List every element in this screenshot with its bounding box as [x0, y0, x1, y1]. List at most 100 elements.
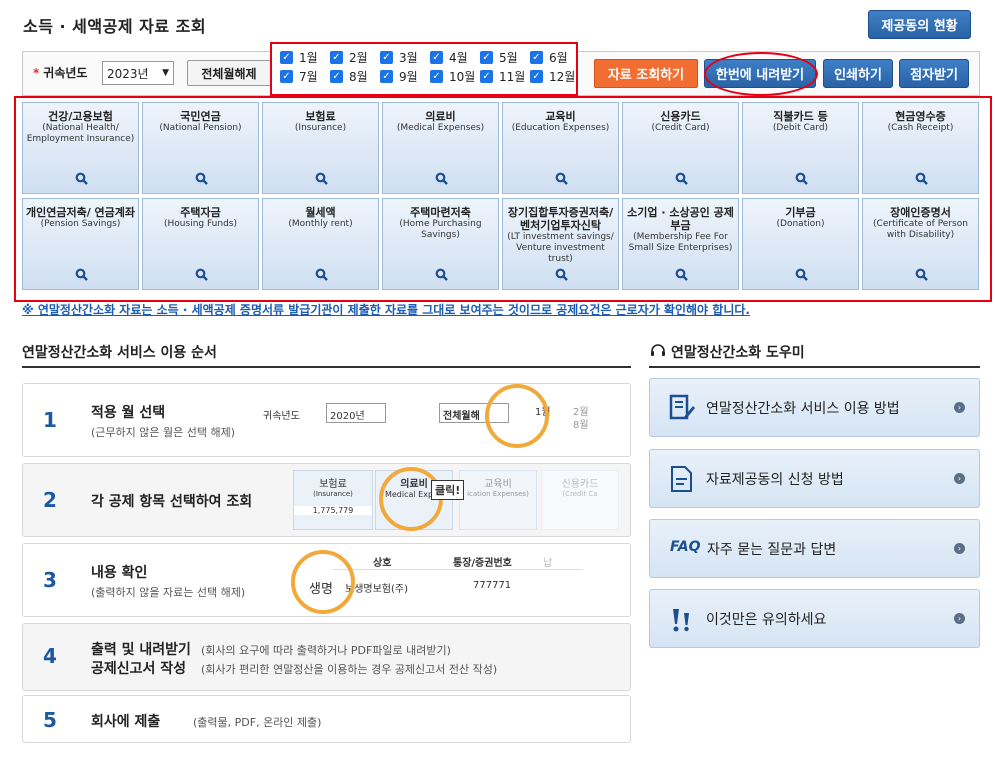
divider: [22, 366, 631, 368]
check-icon: ✓: [380, 51, 393, 64]
step-5: 5 회사에 제출 (출력물, PDF, 온라인 제출): [22, 695, 631, 743]
step-subtitle: (출력하지 않을 자료는 선택 해제): [91, 586, 246, 599]
category-card[interactable]: 월세액 (Monthly rent): [262, 198, 379, 290]
click-callout: 클릭!: [431, 480, 465, 500]
deselect-all-months-button[interactable]: 전체월해제: [187, 60, 271, 86]
check-icon: ✓: [330, 70, 343, 83]
month-checkbox-1[interactable]: ✓ 1월: [280, 49, 318, 66]
category-card[interactable]: 소기업 · 소상공인 공제부금 (Membership Fee For Small…: [622, 198, 739, 290]
category-label: 건강/고용보험: [48, 110, 113, 123]
helper-caution[interactable]: 이것만은 유의하세요 ›: [649, 589, 980, 648]
check-icon: ✓: [330, 51, 343, 64]
search-icon: [435, 170, 448, 185]
category-card[interactable]: 교육비 (Education Expenses): [502, 102, 619, 194]
category-card[interactable]: 의료비 (Medical Expenses): [382, 102, 499, 194]
category-card[interactable]: 건강/고용보험 (National Health/ Employment Insu…: [22, 102, 139, 194]
category-card[interactable]: 직불카드 등 (Debit Card): [742, 102, 859, 194]
helper-usage-guide[interactable]: 연말정산간소화 서비스 이용 방법 ›: [649, 378, 980, 437]
month-checkbox-10[interactable]: ✓ 10월: [430, 68, 475, 85]
notice-text: ※ 연말정산간소화 자료는 소득 · 세액공제 증명서류 발급기관이 제출한 자…: [22, 303, 750, 317]
month-checkbox-12[interactable]: ✓ 12월: [530, 68, 575, 85]
month-checkbox-9[interactable]: ✓ 9월: [380, 68, 418, 85]
helper-faq[interactable]: FAQ 자주 묻는 질문과 답변 ›: [649, 519, 980, 578]
month-checkbox-7[interactable]: ✓ 7월: [280, 68, 318, 85]
category-english-label: (Housing Funds): [164, 219, 237, 229]
category-card[interactable]: 보험료 (Insurance): [262, 102, 379, 194]
month-checkbox-6[interactable]: ✓ 6월: [530, 49, 568, 66]
helper-label: 이것만은 유의하세요: [706, 612, 827, 628]
step-number: 3: [43, 568, 57, 592]
month-checkbox-2[interactable]: ✓ 2월: [330, 49, 368, 66]
step-1: 1 적용 월 선택 (근무하지 않은 월은 선택 해제) 귀속년도 2020년 …: [22, 383, 631, 457]
category-english-label: (Cash Receipt): [887, 123, 954, 133]
check-icon: ✓: [430, 70, 443, 83]
helper-consent-guide[interactable]: 자료제공동의 신청 방법 ›: [649, 449, 980, 508]
category-english-label: (Monthly rent): [288, 219, 353, 229]
category-english-label: (Debit Card): [772, 123, 829, 133]
check-icon: ✓: [530, 70, 543, 83]
month-checkbox-3[interactable]: ✓ 3월: [380, 49, 418, 66]
highlight-ring: [485, 384, 549, 448]
year-select[interactable]: 2023년 ▼: [102, 61, 174, 85]
step-title: 적용 월 선택: [91, 405, 166, 421]
step-number: 5: [43, 708, 57, 732]
category-english-label: (National Pension): [159, 123, 242, 133]
step-title-2: 공제신고서 작성: [91, 661, 187, 677]
category-card[interactable]: 주택마련저축 (Home Purchasing Savings): [382, 198, 499, 290]
category-card[interactable]: 국민연금 (National Pension): [142, 102, 259, 194]
category-label: 보험료: [305, 110, 336, 123]
step-title: 출력 및 내려받기: [91, 642, 191, 658]
category-english-label: (Pension Savings): [40, 219, 121, 229]
helper-label: 자료제공동의 신청 방법: [706, 472, 844, 488]
step-subtitle: (근무하지 않은 월은 선택 해제): [91, 426, 236, 439]
exclamation-icon: [668, 604, 696, 634]
category-label: 현금영수증: [895, 110, 946, 123]
category-english-label: (Education Expenses): [511, 123, 610, 133]
search-icon: [555, 170, 568, 185]
edit-doc-icon: [668, 393, 696, 423]
category-label: 기부금: [785, 206, 816, 219]
category-english-label: (LT investment savings/ Venture investme…: [507, 232, 614, 264]
category-card[interactable]: 신용카드 (Credit Card): [622, 102, 739, 194]
page-title: 소득 · 세액공제 자료 조회: [23, 17, 207, 36]
category-card[interactable]: 현금영수증 (Cash Receipt): [862, 102, 979, 194]
category-card[interactable]: 개인연금저축/ 연금계좌 (Pension Savings): [22, 198, 139, 290]
illus-table-header: 상호 통장/증권번호 납: [333, 548, 583, 570]
print-button[interactable]: 인쇄하기: [823, 59, 893, 88]
search-icon: [195, 170, 208, 185]
helper-label: 연말정산간소화 서비스 이용 방법: [706, 401, 900, 417]
search-icon: [915, 170, 928, 185]
category-english-label: (Donation): [776, 219, 825, 229]
check-icon: ✓: [380, 70, 393, 83]
category-english-label: (Membership Fee For Small Size Enterpris…: [628, 232, 733, 253]
check-icon: ✓: [280, 70, 293, 83]
month-checkbox-8[interactable]: ✓ 8월: [330, 68, 368, 85]
category-card[interactable]: 기부금 (Donation): [742, 198, 859, 290]
category-label: 소기업 · 소상공인 공제부금: [627, 206, 734, 232]
category-card[interactable]: 장애인증명서 (Certificate of Person with Disabi…: [862, 198, 979, 290]
document-icon: [668, 464, 696, 494]
category-english-label: (Home Purchasing Savings): [399, 219, 482, 240]
month-checkbox-5[interactable]: ✓ 5월: [480, 49, 518, 66]
provider-consent-button[interactable]: 제공동의 현황: [868, 10, 971, 39]
helper-section-title: 연말정산간소화 도우미: [671, 345, 805, 361]
illus-row-number: 777771: [473, 580, 512, 591]
category-label: 월세액: [305, 206, 336, 219]
category-label: 국민연금: [180, 110, 221, 123]
step-number: 4: [43, 644, 57, 668]
chevron-right-icon: ›: [954, 613, 965, 624]
year-label: * 귀속년도: [33, 66, 88, 80]
month-checkbox-11[interactable]: ✓ 11월: [480, 68, 525, 85]
helper-label: 자주 묻는 질문과 답변: [707, 542, 837, 558]
braille-button[interactable]: 점자받기: [899, 59, 969, 88]
search-icon: [675, 266, 688, 281]
category-label: 신용카드: [660, 110, 701, 123]
category-card[interactable]: 장기집합투자증권저축/ 벤처기업투자신탁 (LT investment savin…: [502, 198, 619, 290]
month-checkbox-4[interactable]: ✓ 4월: [430, 49, 468, 66]
category-card[interactable]: 주택자금 (Housing Funds): [142, 198, 259, 290]
query-data-button[interactable]: 자료 조회하기: [594, 59, 698, 88]
search-icon: [75, 170, 88, 185]
step-title: 각 공제 항목 선택하여 조회: [91, 494, 253, 510]
category-label: 교육비: [545, 110, 576, 123]
check-icon: ✓: [480, 51, 493, 64]
